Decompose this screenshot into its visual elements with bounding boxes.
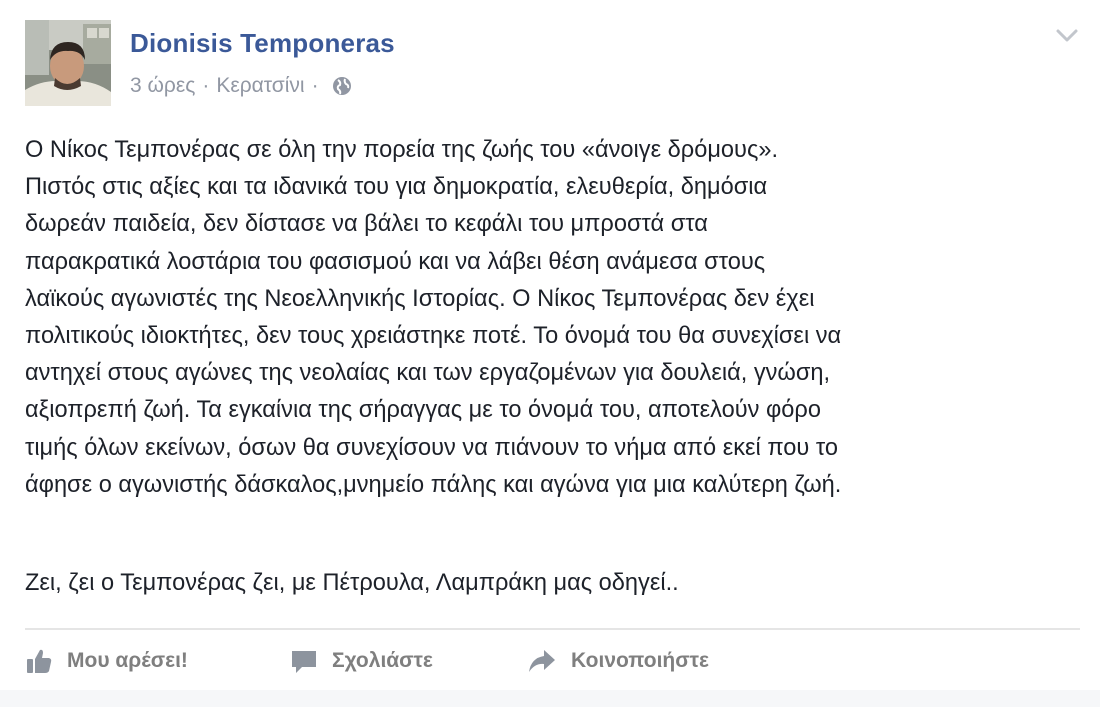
avatar[interactable]	[25, 20, 111, 106]
comment-button[interactable]: Σχολιάστε	[290, 644, 433, 678]
post-timestamp[interactable]: 3 ώρες	[130, 74, 195, 98]
facebook-post: Dionisis Temponeras 3 ώρες · Κερατσίνι ·…	[0, 0, 1100, 707]
share-button[interactable]: Κοινοποιήστε	[527, 644, 709, 678]
like-icon	[27, 649, 52, 673]
post-footer-band	[0, 690, 1100, 707]
post-location[interactable]: Κερατσίνι	[216, 74, 304, 98]
author-name-link[interactable]: Dionisis Temponeras	[130, 28, 395, 59]
post-body-paragraph: Ζει, ζει ο Τεμπονέρας ζει, με Πέτρουλα, …	[25, 570, 679, 596]
meta-separator: ·	[202, 74, 210, 97]
divider	[25, 628, 1080, 630]
avatar-photo	[25, 20, 111, 106]
chevron-down-icon[interactable]	[1055, 28, 1079, 44]
comment-label: Σχολιάστε	[332, 649, 433, 672]
share-icon	[529, 650, 555, 672]
share-label: Κοινοποιήστε	[571, 649, 709, 672]
post-meta: 3 ώρες · Κερατσίνι ·	[130, 74, 352, 98]
post-body-paragraph: Ο Νίκος Τεμπονέρας σε όλη την πορεία της…	[25, 137, 842, 498]
like-button[interactable]: Μου αρέσει!	[25, 644, 188, 678]
like-label: Μου αρέσει!	[67, 649, 188, 672]
globe-icon[interactable]	[332, 76, 352, 96]
meta-separator: ·	[311, 74, 319, 97]
comment-icon	[292, 651, 316, 673]
